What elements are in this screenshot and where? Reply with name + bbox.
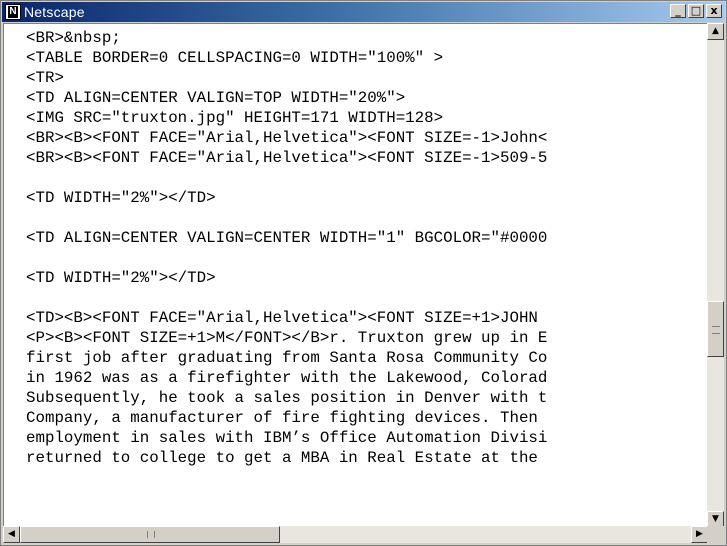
window-controls: _ □ x bbox=[670, 4, 722, 20]
source-line: <BR><B><FONT FACE="Arial,Helvetica"><FON… bbox=[26, 129, 548, 147]
minimize-icon: _ bbox=[675, 4, 681, 17]
horizontal-scrollbar[interactable]: ◀ ▶ bbox=[3, 526, 708, 543]
horizontal-scroll-thumb[interactable] bbox=[20, 526, 280, 543]
maximize-icon: □ bbox=[690, 4, 702, 17]
grip-icon bbox=[712, 326, 720, 334]
source-line: returned to college to get a MBA in Real… bbox=[26, 449, 538, 467]
source-line: <TR> bbox=[26, 69, 64, 87]
scrollbar-corner bbox=[707, 526, 724, 543]
source-line: Subsequently, he took a sales position i… bbox=[26, 389, 548, 407]
source-line: first job after graduating from Santa Ro… bbox=[26, 349, 548, 367]
vertical-scroll-thumb[interactable] bbox=[707, 301, 724, 357]
netscape-app-icon[interactable]: N bbox=[5, 4, 21, 20]
source-line: <BR>&nbsp; bbox=[26, 29, 121, 47]
source-line: <TD><B><FONT FACE="Arial,Helvetica"><FON… bbox=[26, 309, 538, 327]
netscape-window: N Netscape _ □ x <BR>&nbsp; <TABLE BORDER… bbox=[0, 0, 727, 546]
window-title: Netscape bbox=[24, 4, 85, 20]
source-line: <TD WIDTH="2%"></TD> bbox=[26, 269, 216, 287]
close-button[interactable]: x bbox=[706, 4, 722, 18]
arrow-up-icon: ▲ bbox=[712, 26, 719, 36]
arrow-down-icon: ▼ bbox=[712, 514, 719, 524]
close-icon: x bbox=[710, 4, 718, 17]
scroll-right-button[interactable]: ▶ bbox=[691, 526, 708, 543]
source-line: in 1962 was as a firefighter with the La… bbox=[26, 369, 548, 387]
source-line: <TD ALIGN=CENTER VALIGN=CENTER WIDTH="1"… bbox=[26, 229, 548, 247]
source-code: <BR>&nbsp; <TABLE BORDER=0 CELLSPACING=0 … bbox=[4, 24, 708, 468]
source-line: <TD ALIGN=CENTER VALIGN=TOP WIDTH="20%"> bbox=[26, 89, 406, 107]
scroll-left-button[interactable]: ◀ bbox=[3, 526, 20, 543]
source-line: <TD WIDTH="2%"></TD> bbox=[26, 189, 216, 207]
source-line bbox=[26, 168, 708, 188]
title-bar[interactable]: N Netscape _ □ x bbox=[2, 2, 725, 22]
source-view[interactable]: <BR>&nbsp; <TABLE BORDER=0 CELLSPACING=0 … bbox=[3, 23, 708, 528]
vertical-scrollbar[interactable]: ▲ ▼ bbox=[707, 23, 724, 528]
source-line: <BR><B><FONT FACE="Arial,Helvetica"><FON… bbox=[26, 149, 548, 167]
source-line: <TABLE BORDER=0 CELLSPACING=0 WIDTH="100… bbox=[26, 49, 444, 67]
minimize-button[interactable]: _ bbox=[670, 4, 686, 18]
grip-icon bbox=[147, 531, 155, 538]
source-line bbox=[26, 288, 708, 308]
source-line: <IMG SRC="truxton.jpg" HEIGHT=171 WIDTH=… bbox=[26, 109, 444, 127]
scroll-up-button[interactable]: ▲ bbox=[707, 23, 724, 40]
source-line: <P><B><FONT SIZE=+1>M</FONT></B>r. Truxt… bbox=[26, 329, 548, 347]
source-line bbox=[26, 208, 708, 228]
arrow-left-icon: ◀ bbox=[8, 529, 15, 539]
maximize-button[interactable]: □ bbox=[688, 4, 704, 18]
source-line bbox=[26, 248, 708, 268]
source-line: Company, a manufacturer of fire fighting… bbox=[26, 409, 538, 427]
source-line: employment in sales with IBM’s Office Au… bbox=[26, 429, 548, 447]
arrow-right-icon: ▶ bbox=[696, 529, 703, 539]
